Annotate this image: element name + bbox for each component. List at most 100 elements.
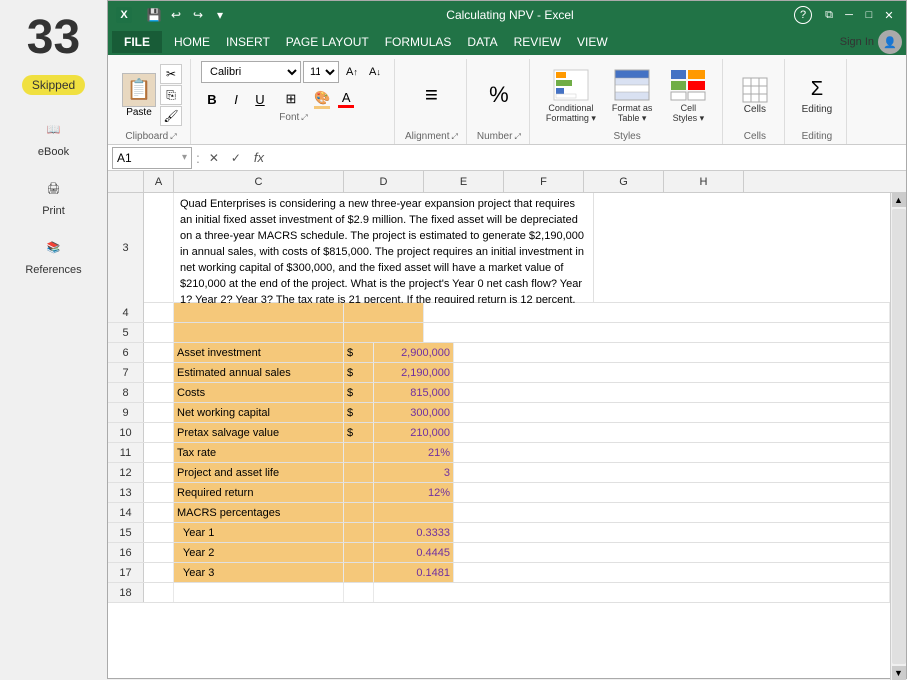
data-menu[interactable]: DATA [459,31,505,53]
dollar-sign-cell[interactable]: $ [344,383,374,402]
col-header-c[interactable]: C [174,171,344,193]
file-menu[interactable]: FILE [112,31,162,53]
nwc-label[interactable]: Net working capital [174,403,344,422]
format-painter-button[interactable]: 🖌 [160,106,182,126]
year3-label[interactable]: Year 3 [174,563,344,582]
number-expand-icon[interactable]: ⤢ [514,132,520,142]
col-header-d[interactable]: D [344,171,424,193]
empty-dollar-cell[interactable] [344,543,374,562]
asset-investment-value[interactable]: 2,900,000 [374,343,454,362]
grid-cell[interactable] [144,583,174,602]
cut-button[interactable]: ✂ [160,64,182,84]
grid-cell[interactable] [144,383,174,402]
grid-cell[interactable] [424,303,890,322]
grid-cell[interactable] [454,523,890,542]
annual-sales-value[interactable]: 2,190,000 [374,363,454,382]
grid-cell[interactable] [144,193,174,303]
home-menu[interactable]: HOME [166,31,218,53]
grid-cell[interactable] [144,443,174,462]
dollar-sign-cell[interactable]: $ [344,363,374,382]
year2-label[interactable]: Year 2 [174,543,344,562]
grid-scroll[interactable]: 3 Quad Enterprises is considering a new … [108,193,890,680]
grid-cell[interactable] [144,523,174,542]
macrs-label[interactable]: MACRS percentages [174,503,344,522]
customize-qat-button[interactable]: ▾ [210,5,230,25]
sign-in-area[interactable]: Sign In 👤 [840,30,902,54]
scroll-up-button[interactable]: ▲ [892,193,906,207]
save-qat-button[interactable]: 💾 [144,5,164,25]
conditional-formatting-button[interactable]: ConditionalFormatting ▾ [540,65,602,126]
format-as-table-button[interactable]: Format asTable ▾ [606,65,659,126]
grid-cell[interactable] [454,503,890,522]
grid-cell[interactable] [174,323,344,342]
restore-button[interactable]: ⧉ [820,6,838,24]
grid-cell[interactable] [144,563,174,582]
alignment-expand-icon[interactable]: ⤢ [451,132,457,142]
bold-button[interactable]: B [201,88,223,110]
year1-value[interactable]: 0.3333 [374,523,454,542]
grid-cell[interactable] [174,303,344,322]
grid-cell[interactable] [454,423,890,442]
confirm-formula-button[interactable]: ✓ [226,148,246,168]
formula-input[interactable] [268,147,902,169]
formulas-menu[interactable]: FORMULAS [377,31,460,53]
salvage-value[interactable]: 210,000 [374,423,454,442]
font-size-select[interactable]: 11 [303,61,339,83]
cancel-formula-button[interactable]: ✕ [204,148,224,168]
macrs-empty-value[interactable] [374,503,454,522]
grid-cell[interactable] [144,483,174,502]
required-return-value[interactable]: 12% [374,483,454,502]
scroll-thumb[interactable] [892,209,906,664]
empty-dollar-cell[interactable] [344,463,374,482]
grid-cell[interactable] [144,343,174,362]
grid-cell[interactable] [454,403,890,422]
dollar-sign-cell[interactable]: $ [344,403,374,422]
sign-in-label[interactable]: Sign In [840,36,874,48]
year2-value[interactable]: 0.4445 [374,543,454,562]
grid-cell[interactable] [424,323,890,342]
salvage-label[interactable]: Pretax salvage value [174,423,344,442]
annual-sales-label[interactable]: Estimated annual sales [174,363,344,382]
increase-font-button[interactable]: A↑ [341,61,363,83]
col-header-h[interactable]: H [664,171,744,193]
grid-cell[interactable] [454,383,890,402]
font-family-select[interactable]: Calibri [201,61,301,83]
year3-value[interactable]: 0.1481 [374,563,454,582]
borders-button[interactable]: ⊞ [280,88,302,110]
font-expand-icon[interactable]: ⤢ [301,113,307,123]
name-box-dropdown[interactable]: ▾ [182,152,187,163]
dollar-sign-cell[interactable]: $ [344,343,374,362]
empty-dollar-cell[interactable] [344,443,374,462]
grid-cell[interactable] [374,583,890,602]
description-cell[interactable]: Quad Enterprises is considering a new th… [174,193,594,303]
tax-rate-label[interactable]: Tax rate [174,443,344,462]
editing-button[interactable]: Σ Editing [798,74,837,117]
minimize-button[interactable]: ─ [840,6,858,24]
col-header-f[interactable]: F [504,171,584,193]
page-layout-menu[interactable]: PAGE LAYOUT [278,31,377,53]
grid-cell[interactable] [454,543,890,562]
grid-cell[interactable] [454,483,890,502]
empty-dollar-cell[interactable] [344,563,374,582]
sidebar-item-ebook[interactable]: 📖 eBook [38,115,69,158]
asset-investment-label[interactable]: Asset investment [174,343,344,362]
italic-button[interactable]: I [225,88,247,110]
redo-qat-button[interactable]: ↪ [188,5,208,25]
clipboard-expand-icon[interactable]: ⤢ [170,132,176,142]
paste-button[interactable]: 📋 Paste [120,71,158,120]
cells-button[interactable]: Cells [737,74,773,117]
cell-styles-button[interactable]: CellStyles ▾ [662,65,714,126]
grid-cell[interactable] [144,463,174,482]
decrease-font-button[interactable]: A↓ [364,61,386,83]
year1-label[interactable]: Year 1 [174,523,344,542]
empty-dollar-cell[interactable] [344,523,374,542]
required-return-label[interactable]: Required return [174,483,344,502]
grid-cell[interactable] [454,463,890,482]
grid-cell[interactable] [344,323,424,342]
skipped-badge[interactable]: Skipped [22,75,85,95]
copy-button[interactable]: ⎘ [160,85,182,105]
grid-cell[interactable] [454,343,890,362]
tax-rate-value[interactable]: 21% [374,443,454,462]
font-color-button[interactable]: A [335,89,357,109]
grid-cell[interactable] [144,543,174,562]
